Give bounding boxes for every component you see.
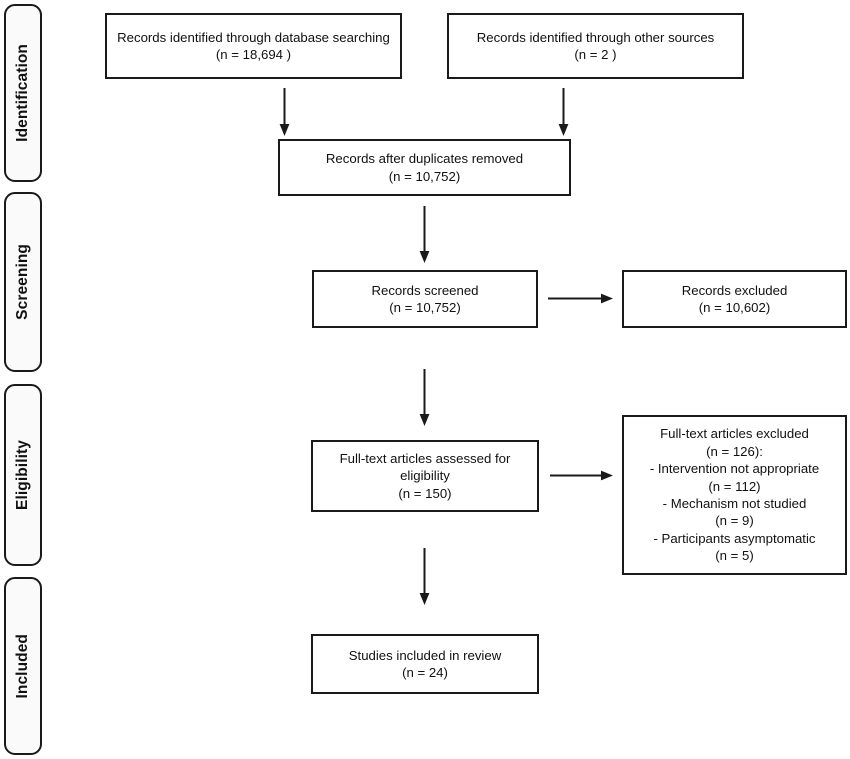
stage-label-eligibility: Eligibility — [14, 440, 32, 510]
arrow-screened-to-fulltext — [418, 369, 431, 427]
arrow-other-sources-to-duplicates — [557, 88, 570, 137]
box-fulltext-articles-assessed: Full-text articles assessed for eligibil… — [311, 440, 539, 512]
arrow-db-search-to-duplicates — [278, 88, 291, 137]
box-records-identified-other-sources-text: Records identified through other sources… — [476, 29, 715, 62]
box-records-identified-database-text: Records identified through database sear… — [117, 29, 390, 62]
box-fulltext-articles-excluded: Full-text articles excluded (n = 126): -… — [622, 415, 847, 575]
box-records-screened-text: Records screened (n = 10,752) — [371, 282, 479, 315]
box-studies-included-in-review: Studies included in review (n = 24) — [311, 634, 539, 694]
arrow-fulltext-to-included — [418, 548, 431, 606]
box-fulltext-articles-excluded-text: Full-text articles excluded (n = 126): -… — [649, 426, 820, 564]
prisma-flow-diagram: Identification Screening Eligibility Inc… — [0, 0, 850, 759]
box-records-after-duplicates-removed-text: Records after duplicates removed (n = 10… — [325, 151, 524, 184]
arrow-screened-to-excluded — [548, 292, 614, 305]
box-studies-included-in-review-text: Studies included in review (n = 24) — [348, 647, 502, 680]
stage-tab-identification: Identification — [4, 4, 42, 182]
stage-tab-included: Included — [4, 577, 42, 755]
box-records-after-duplicates-removed: Records after duplicates removed (n = 10… — [278, 139, 571, 196]
arrow-fulltext-to-fulltext-excluded — [550, 469, 614, 482]
box-records-excluded-text: Records excluded (n = 10,602) — [681, 282, 788, 315]
arrow-duplicates-to-screened — [418, 206, 431, 264]
stage-label-included: Included — [14, 633, 32, 699]
box-records-screened: Records screened (n = 10,752) — [312, 270, 538, 328]
box-fulltext-articles-assessed-text: Full-text articles assessed for eligibil… — [339, 450, 511, 501]
box-records-identified-other-sources: Records identified through other sources… — [447, 13, 744, 79]
stage-tab-screening: Screening — [4, 192, 42, 372]
box-records-identified-database: Records identified through database sear… — [105, 13, 402, 79]
stage-label-identification: Identification — [14, 44, 32, 142]
stage-label-screening: Screening — [14, 244, 32, 320]
stage-tab-eligibility: Eligibility — [4, 384, 42, 566]
box-records-excluded: Records excluded (n = 10,602) — [622, 270, 847, 328]
